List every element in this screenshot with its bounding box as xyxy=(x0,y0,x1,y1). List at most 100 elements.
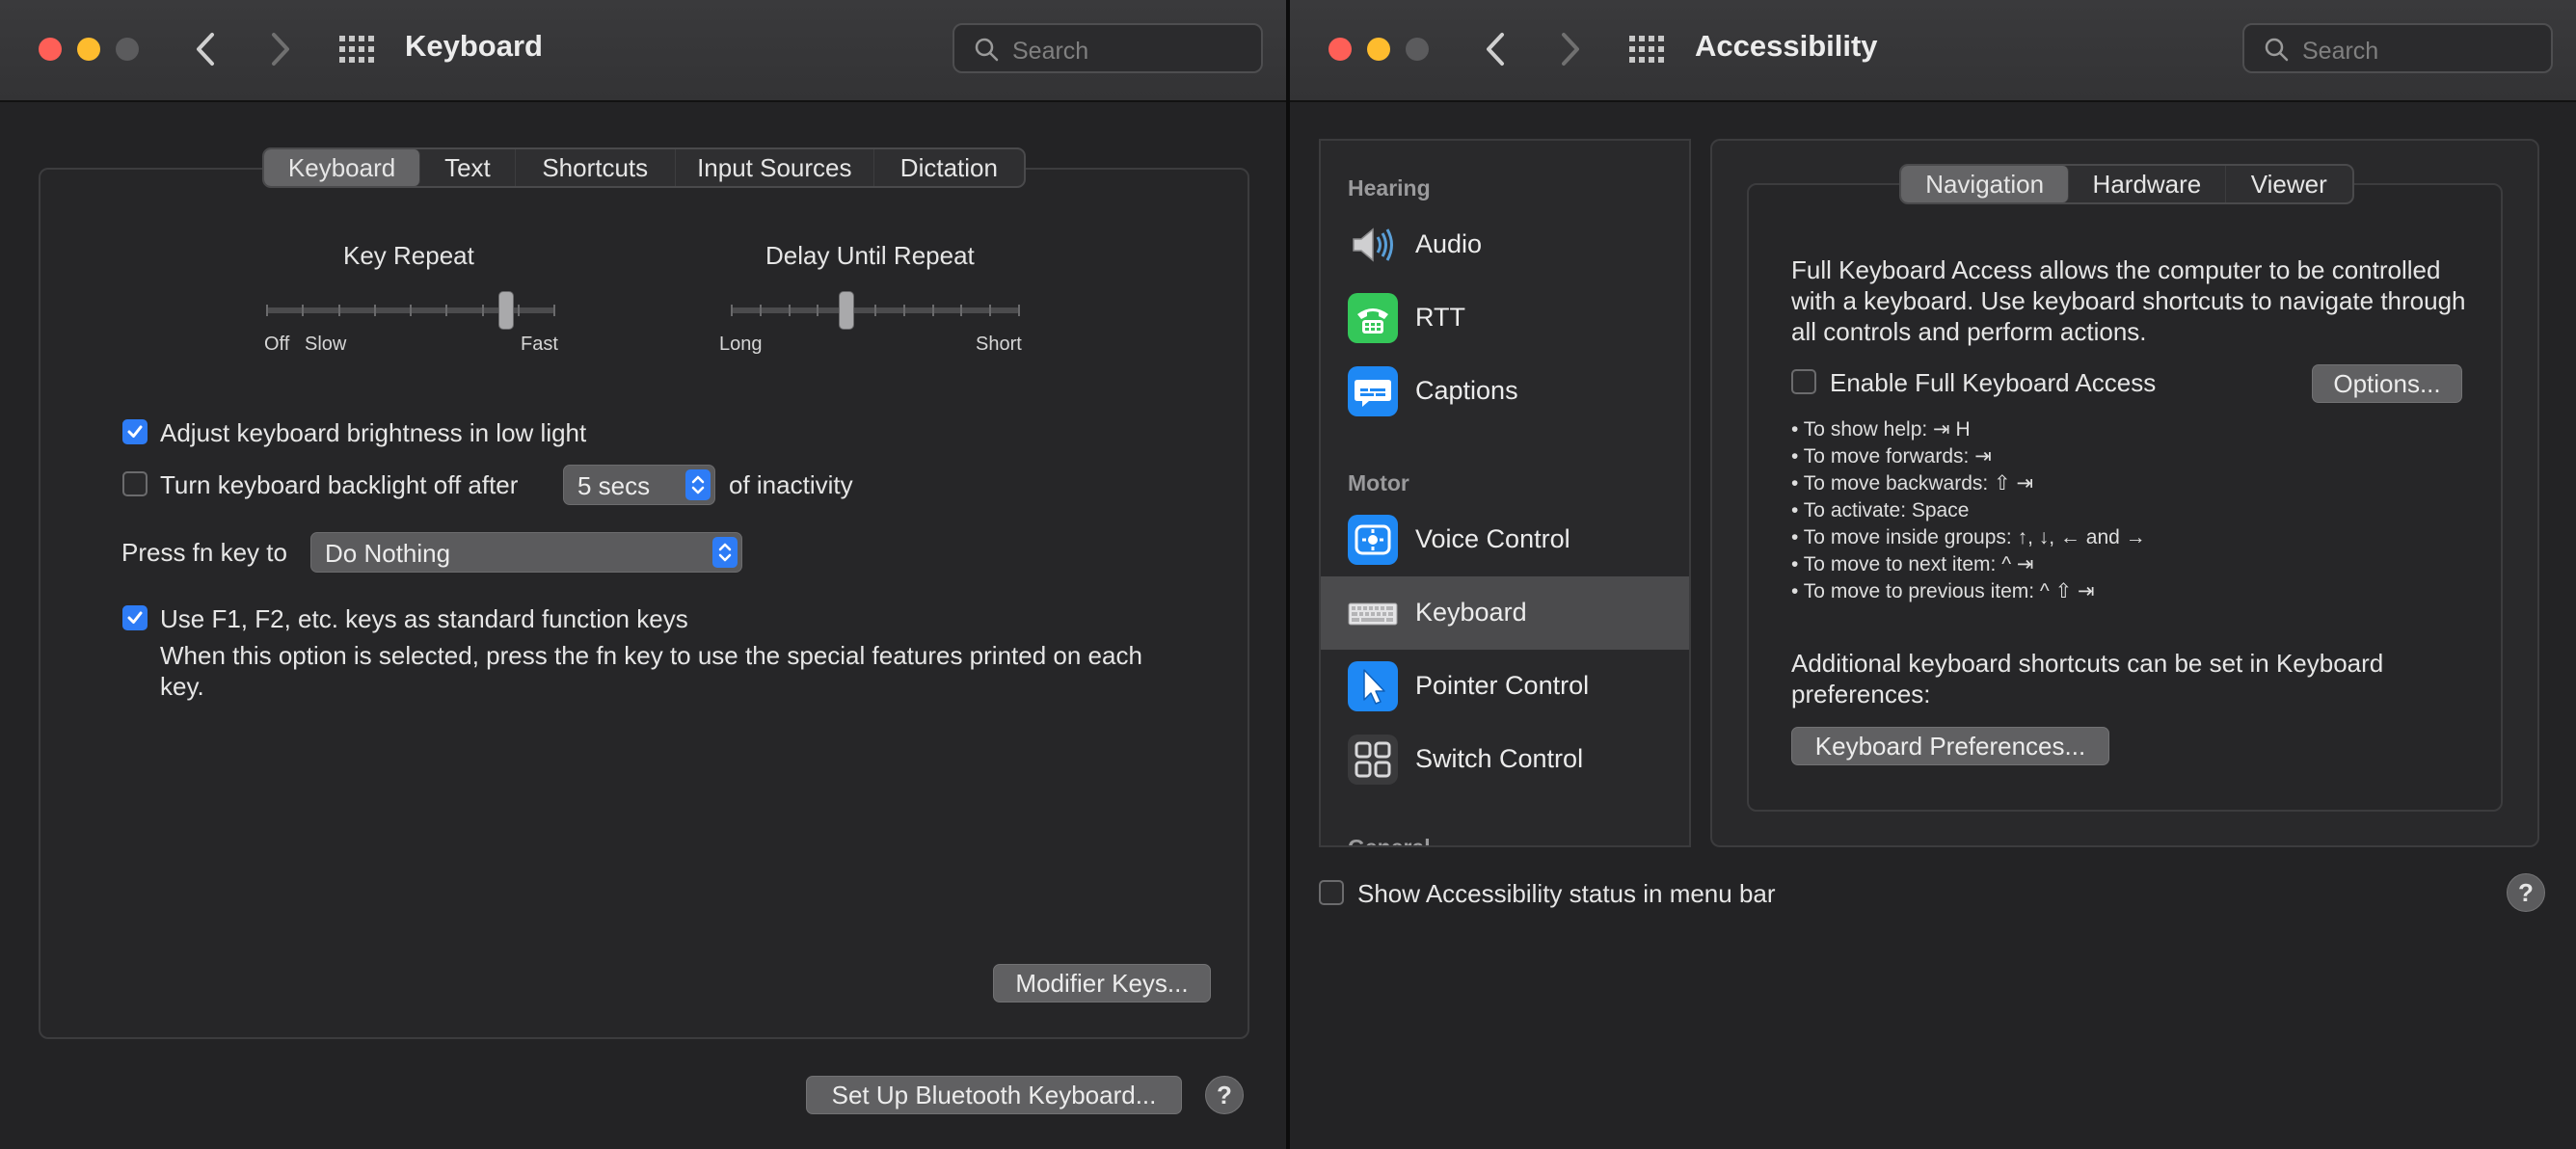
back-button[interactable] xyxy=(187,25,226,73)
slider-tick xyxy=(410,305,412,316)
slider-knob[interactable] xyxy=(498,291,514,330)
slider-tick xyxy=(373,305,376,316)
key-repeat-label: Key Repeat xyxy=(343,241,474,270)
slider-tick xyxy=(731,305,733,316)
slider-tick xyxy=(445,305,448,316)
shortcut-item: • To activate: Space xyxy=(1791,499,1970,521)
tab-shortcuts[interactable]: Shortcuts xyxy=(516,149,676,186)
shortcut-item: • To move to next item: ^ ⇥ xyxy=(1791,553,2034,575)
key-repeat-slider[interactable] xyxy=(266,289,555,332)
slider-tick xyxy=(517,305,520,316)
tab-viewer[interactable]: Viewer xyxy=(2226,166,2352,202)
bluetooth-keyboard-button[interactable]: Set Up Bluetooth Keyboard... xyxy=(806,1076,1182,1114)
back-button[interactable] xyxy=(1477,25,1516,73)
fn-key-popup[interactable]: Do Nothing xyxy=(310,532,742,573)
slider-tick xyxy=(874,305,876,316)
accessibility-tabs: Navigation Hardware Viewer xyxy=(1899,164,2354,204)
status-menu-bar-label: Show Accessibility status in menu bar xyxy=(1357,879,1776,908)
backlight-timeout-popup[interactable]: 5 secs xyxy=(563,465,715,505)
sidebar-item-label: Voice Control xyxy=(1415,524,1570,553)
function-keys-checkbox[interactable] xyxy=(122,605,148,630)
tab-hardware[interactable]: Hardware xyxy=(2069,166,2226,202)
minimize-button[interactable] xyxy=(77,38,100,61)
close-button[interactable] xyxy=(39,38,62,61)
function-keys-label: Use F1, F2, etc. keys as standard functi… xyxy=(160,604,688,633)
forward-button[interactable] xyxy=(260,25,299,73)
delay-short-label: Short xyxy=(976,334,1022,355)
search-input[interactable]: Search xyxy=(2242,23,2553,73)
speaker-icon xyxy=(1348,220,1398,270)
keyboard-icon xyxy=(1348,588,1398,638)
tab-dictation[interactable]: Dictation xyxy=(874,149,1024,186)
keyboard-panel xyxy=(39,168,1249,1039)
slider-tick xyxy=(788,305,791,316)
shortcut-item: • To move backwards: ⇧ ⇥ xyxy=(1791,472,2034,494)
zoom-button[interactable] xyxy=(1406,38,1429,61)
delay-until-repeat-label: Delay Until Repeat xyxy=(765,241,975,270)
keyboard-tabs: Keyboard Text Shortcuts Input Sources Di… xyxy=(262,147,1026,188)
sidebar-section-hearing: Hearing xyxy=(1348,175,1431,200)
slider-tick xyxy=(759,305,762,316)
show-all-grid-icon[interactable] xyxy=(337,35,376,64)
status-menu-bar-checkbox[interactable] xyxy=(1319,880,1344,905)
checkmark-icon xyxy=(127,425,143,438)
key-repeat-off-label: Off xyxy=(264,334,290,355)
checkmark-icon xyxy=(127,611,143,624)
titlebar: Accessibility Search xyxy=(1290,0,2576,102)
forward-button[interactable] xyxy=(1550,25,1589,73)
adjust-brightness-checkbox[interactable] xyxy=(122,419,148,444)
window-title: Keyboard xyxy=(405,29,543,63)
shortcut-list: • To show help: ⇥ H • To move forwards: … xyxy=(1791,416,2146,605)
backlight-off-checkbox[interactable] xyxy=(122,471,148,496)
enable-fka-label: Enable Full Keyboard Access xyxy=(1830,368,2157,397)
sidebar-item-audio[interactable]: Audio xyxy=(1321,208,1689,281)
titlebar: Keyboard Search xyxy=(0,0,1286,102)
sidebar-item-switch-control[interactable]: Switch Control xyxy=(1321,723,1689,796)
sidebar-item-label: Captions xyxy=(1415,376,1518,405)
search-input[interactable]: Search xyxy=(953,23,1263,73)
help-button[interactable]: ? xyxy=(1205,1076,1244,1114)
sidebar: Hearing Audio RTT Captions Motor Voice C… xyxy=(1319,139,1691,847)
voice-control-icon xyxy=(1348,515,1398,565)
slider-tick xyxy=(989,305,992,316)
tab-navigation[interactable]: Navigation xyxy=(1901,166,2070,202)
backlight-off-label: Turn keyboard backlight off after xyxy=(160,470,519,499)
modifier-keys-button[interactable]: Modifier Keys... xyxy=(993,964,1211,1002)
function-keys-description: When this option is selected, press the … xyxy=(160,641,1142,701)
search-placeholder: Search xyxy=(1012,38,1089,65)
sidebar-item-captions[interactable]: Captions xyxy=(1321,355,1689,428)
sidebar-section-general: General xyxy=(1348,835,1431,847)
window-title: Accessibility xyxy=(1695,29,1878,63)
sidebar-item-label: Pointer Control xyxy=(1415,671,1590,700)
close-button[interactable] xyxy=(1328,38,1352,61)
keyboard-preferences-button[interactable]: Keyboard Preferences... xyxy=(1791,727,2109,765)
search-icon xyxy=(975,38,999,62)
pointer-icon xyxy=(1348,661,1398,711)
chevron-left-icon xyxy=(197,33,214,66)
enable-fka-checkbox[interactable] xyxy=(1791,369,1816,394)
shortcut-item: • To move forwards: ⇥ xyxy=(1791,445,1992,468)
updown-arrows-icon xyxy=(712,537,738,568)
tab-text[interactable]: Text xyxy=(420,149,516,186)
show-all-grid-icon[interactable] xyxy=(1627,35,1666,64)
slider-knob[interactable] xyxy=(839,291,854,330)
fn-key-value: Do Nothing xyxy=(325,539,451,568)
slider-tick xyxy=(481,305,484,316)
help-button[interactable]: ? xyxy=(2507,873,2545,912)
slider-tick xyxy=(902,305,905,316)
sidebar-item-pointer-control[interactable]: Pointer Control xyxy=(1321,650,1689,723)
sidebar-item-rtt[interactable]: RTT xyxy=(1321,281,1689,355)
zoom-button[interactable] xyxy=(116,38,139,61)
minimize-button[interactable] xyxy=(1367,38,1390,61)
search-placeholder: Search xyxy=(2302,38,2379,65)
tab-input-sources[interactable]: Input Sources xyxy=(676,149,874,186)
additional-shortcuts-text: Additional keyboard shortcuts can be set… xyxy=(1791,649,2384,708)
sidebar-item-voice-control[interactable]: Voice Control xyxy=(1321,503,1689,576)
switch-control-icon xyxy=(1348,735,1398,785)
shortcut-item: • To move inside groups: ↑, ↓, ← and → xyxy=(1791,526,2146,548)
delay-until-repeat-slider[interactable] xyxy=(731,289,1020,332)
options-button[interactable]: Options... xyxy=(2312,364,2462,403)
tab-keyboard[interactable]: Keyboard xyxy=(264,149,421,186)
fn-key-label: Press fn key to xyxy=(121,538,287,567)
sidebar-item-keyboard[interactable]: Keyboard xyxy=(1321,576,1689,650)
